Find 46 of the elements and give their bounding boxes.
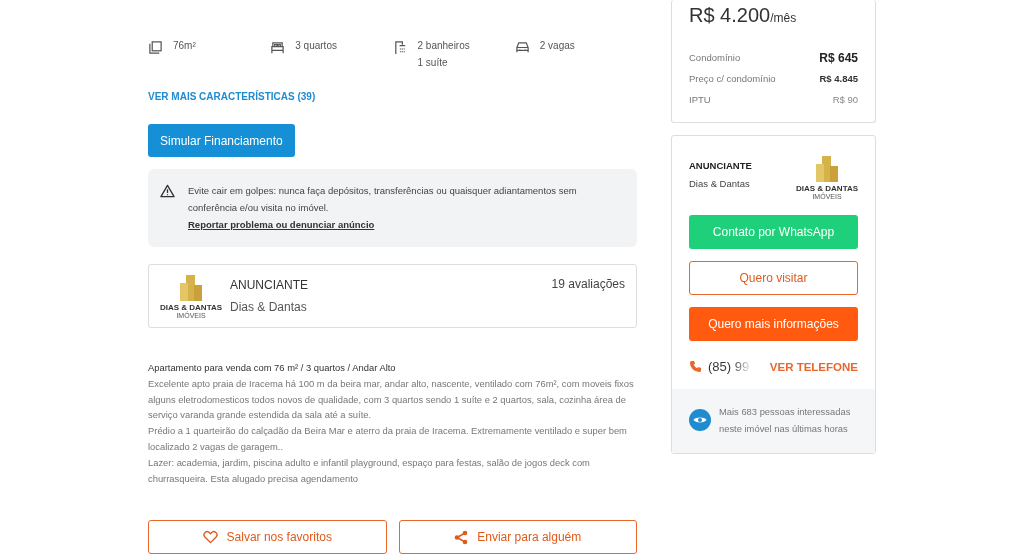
shower-icon	[392, 40, 408, 55]
phone-number: (85) 99	[708, 359, 750, 374]
more-features-link[interactable]: VER MAIS CARACTERÍSTICAS (39)	[148, 91, 316, 102]
financing-button[interactable]: Simular Financiamento	[148, 124, 295, 157]
advertiser-name: Dias & Dantas	[689, 178, 751, 189]
reviews-count: 19 avaliações	[551, 277, 625, 291]
phone-icon	[689, 360, 702, 373]
advertiser-name: Dias & Dantas	[230, 300, 308, 314]
price-label: IPTU	[689, 94, 711, 105]
price-value: R$ 4.845	[819, 73, 858, 84]
share-button[interactable]: Enviar para alguém	[398, 520, 637, 555]
interest-text: Mais 683 pessoas interessadas neste imóvel nas últimas horas	[719, 405, 852, 436]
description-paragraph: Excelente apto praia de Iracema há 100 m da beira mar, andar alto, nascente, ventilado com 76m², com moveis fixos alguns eletrodomesticos todos novos de qualidade, com 3 quartos sendo 1 suíte e 2 quartos, sala, cozinha área de serviço varanda grande estendida da sala até a suíte.	[148, 376, 635, 423]
price-value: R$ 90	[832, 94, 858, 105]
info-button[interactable]: Quero mais informações	[689, 307, 858, 341]
show-phone-link[interactable]: VER TELEFONE	[769, 360, 858, 373]
price-value: R$ 645	[819, 50, 858, 65]
feature-text: 1 suíte	[417, 56, 449, 70]
share-icon	[454, 529, 469, 545]
warning-icon	[160, 184, 175, 198]
square-icon	[148, 40, 163, 55]
price-label: Preço c/ condomínio	[689, 73, 776, 84]
buildings-icon	[813, 154, 841, 184]
warning-text: Evite cair em golpes: nunca faça depósitos, transferências ou quaisquer adiantamentos sem conferência e/ou visita no imóvel.	[188, 184, 578, 215]
advertiser-label: ANUNCIANTE	[689, 160, 752, 171]
heart-icon	[202, 530, 218, 545]
buildings-icon	[177, 272, 205, 303]
logo-name: DIAS & DANTAS	[795, 184, 859, 193]
advertiser-label: ANUNCIANTE	[230, 278, 309, 292]
feature-text: 76m²	[173, 39, 196, 53]
description-paragraph: Lazer: academia, jardim, piscina adulto e infantil playground, espaço para festas, salão de jogos deck com churrasqueira. Esta alugado precisa agendamento	[148, 455, 591, 486]
bed-icon	[270, 40, 286, 55]
price-label: Condomínio	[689, 52, 741, 63]
feature-text: 2 banheiros	[417, 39, 470, 53]
whatsapp-button[interactable]: Contato por WhatsApp	[689, 215, 858, 249]
favorite-button[interactable]: Salvar nos favoritos	[148, 520, 387, 555]
description-title: Apartamento para venda com 76 m² / 3 quartos / Andar Alto	[148, 361, 397, 375]
eye-icon	[689, 409, 711, 431]
price: R$ 4.200/mês	[689, 4, 798, 27]
visit-button[interactable]: Quero visitar	[689, 261, 858, 295]
description-paragraph: Prédio a 1 quarteirão do calçadão da Beira Mar e aterro da praia de Iracema. Extremamente ventilado e super bem localizado 2 vagas de garagem..	[148, 424, 628, 454]
feature-text: 3 quartos	[295, 39, 337, 53]
car-icon	[514, 40, 530, 55]
logo-name: DIAS & DANTAS	[159, 302, 223, 312]
feature-text: 2 vagas	[539, 39, 575, 53]
report-link[interactable]: Reportar problema ou denunciar anúncio	[188, 216, 375, 233]
